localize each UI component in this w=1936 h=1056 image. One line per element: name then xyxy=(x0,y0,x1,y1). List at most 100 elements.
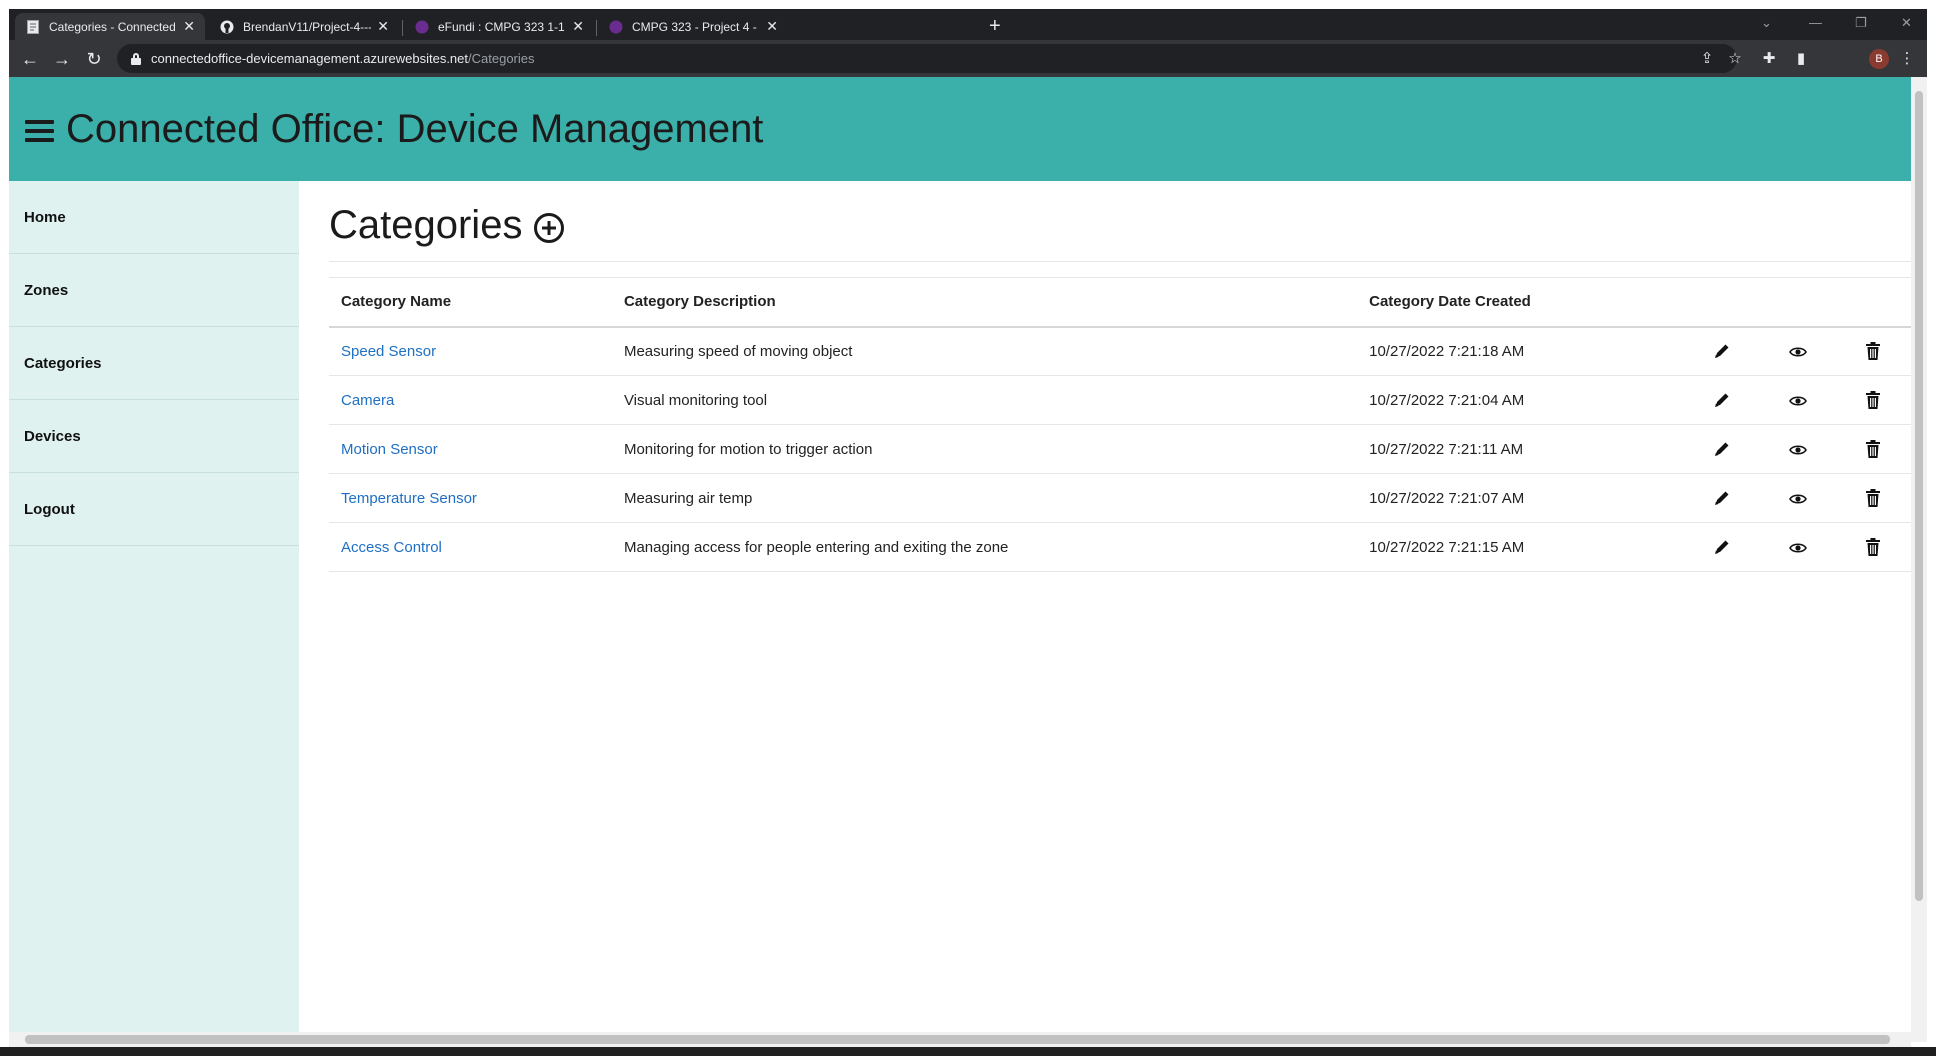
sidebar-item-zones[interactable]: Zones xyxy=(9,254,299,327)
category-name-link[interactable]: Speed Sensor xyxy=(341,343,436,360)
reload-button[interactable]: ↻ xyxy=(83,48,105,70)
category-date-created: 10/27/2022 7:21:07 AM xyxy=(1357,473,1685,523)
restore-button[interactable]: ❐ xyxy=(1855,15,1867,31)
delete-trash-icon[interactable] xyxy=(1865,538,1881,557)
view-eye-icon[interactable] xyxy=(1788,493,1807,505)
browser-toolbar: ← → ↻ connectedoffice-devicemanagement.a… xyxy=(9,40,1927,77)
efundi-icon xyxy=(608,19,624,35)
tab-title: CMPG 323 - Project 4 - Project B xyxy=(632,19,760,34)
back-button[interactable]: ← xyxy=(19,48,41,70)
delete-trash-icon[interactable] xyxy=(1865,440,1881,459)
category-date-created: 10/27/2022 7:21:18 AM xyxy=(1357,326,1685,376)
sidebar: Home Zones Categories Devices Logout xyxy=(9,181,299,1042)
address-bar[interactable]: connectedoffice-devicemanagement.azurewe… xyxy=(117,44,1737,73)
edit-pencil-icon[interactable] xyxy=(1713,440,1731,458)
minimize-button[interactable]: — xyxy=(1809,15,1822,30)
sidebar-item-logout[interactable]: Logout xyxy=(9,473,299,546)
tab-search-icon[interactable]: ⌄ xyxy=(1761,15,1772,31)
sidebar-item-devices[interactable]: Devices xyxy=(9,400,299,473)
menu-kebab-icon[interactable]: ⋮ xyxy=(1897,49,1917,69)
column-header-details xyxy=(1759,277,1836,328)
edit-pencil-icon[interactable] xyxy=(1713,342,1731,360)
category-description: Monitoring for motion to trigger action xyxy=(611,424,1358,474)
edit-pencil-icon[interactable] xyxy=(1713,489,1731,507)
new-tab-button[interactable]: + xyxy=(989,14,1001,38)
category-name-link[interactable]: Temperature Sensor xyxy=(341,490,477,507)
bookmark-star-icon[interactable]: ☆ xyxy=(1725,49,1745,69)
close-window-button[interactable]: ✕ xyxy=(1901,15,1912,31)
page-title: Categories xyxy=(329,202,523,247)
lock-icon xyxy=(131,52,141,65)
page-heading: Categories xyxy=(329,201,565,249)
view-eye-icon[interactable] xyxy=(1788,542,1807,554)
browser-tab-project[interactable]: CMPG 323 - Project 4 - Project B ✕ xyxy=(598,13,788,40)
edit-pencil-icon[interactable] xyxy=(1713,538,1731,556)
close-tab-icon[interactable]: ✕ xyxy=(566,18,584,35)
share-icon[interactable]: ⇪ xyxy=(1697,49,1717,69)
url-host: connectedoffice-devicemanagement.azurewe… xyxy=(151,51,469,66)
app-title: Connected Office: Device Management xyxy=(66,106,764,151)
category-name-link[interactable]: Access Control xyxy=(341,539,442,556)
table-row: Temperature Sensor Measuring air temp 10… xyxy=(329,473,1911,523)
tab-title: Categories - Connected Office: D xyxy=(49,19,177,34)
category-description: Measuring air temp xyxy=(611,473,1358,523)
column-header-name: Category Name xyxy=(329,277,612,328)
tab-separator xyxy=(402,20,403,36)
category-date-created: 10/27/2022 7:21:04 AM xyxy=(1357,375,1685,425)
view-eye-icon[interactable] xyxy=(1788,444,1807,456)
sidebar-item-categories[interactable]: Categories xyxy=(9,327,299,400)
add-category-icon[interactable] xyxy=(533,212,565,244)
profile-avatar[interactable]: B xyxy=(1869,49,1889,69)
browser-window: Categories - Connected Office: D ✕ Brend… xyxy=(9,9,1927,1056)
web-page: Connected Office: Device Management Home… xyxy=(9,77,1911,1042)
sidebar-item-label: Home xyxy=(24,208,66,226)
browser-tab-efundi[interactable]: eFundi : CMPG 323 1-1 Year 2022 ✕ xyxy=(404,13,594,40)
tab-separator xyxy=(596,20,597,36)
delete-trash-icon[interactable] xyxy=(1865,391,1881,410)
github-icon xyxy=(219,19,235,35)
scrollbar-thumb[interactable] xyxy=(25,1035,1890,1044)
document-icon xyxy=(25,19,41,35)
category-name-link[interactable]: Camera xyxy=(341,392,394,409)
vertical-scrollbar[interactable] xyxy=(1911,77,1927,1042)
browser-tab-github[interactable]: BrendanV11/Project-4---Testing- ✕ xyxy=(209,13,399,40)
delete-trash-icon[interactable] xyxy=(1865,342,1881,361)
view-eye-icon[interactable] xyxy=(1788,346,1807,358)
extensions-icon[interactable]: ✚ xyxy=(1759,49,1779,69)
column-header-edit xyxy=(1684,277,1760,328)
table-row: Motion Sensor Monitoring for motion to t… xyxy=(329,424,1911,474)
efundi-icon xyxy=(414,19,430,35)
table-row: Access Control Managing access for peopl… xyxy=(329,522,1911,572)
browser-tab-categories[interactable]: Categories - Connected Office: D ✕ xyxy=(15,13,205,40)
url-path: /Categories xyxy=(468,51,535,66)
side-panel-icon[interactable]: ▮ xyxy=(1791,49,1811,69)
delete-trash-icon[interactable] xyxy=(1865,489,1881,508)
categories-table: Category Name Category Description Categ… xyxy=(329,277,1911,572)
close-tab-icon[interactable]: ✕ xyxy=(177,18,195,35)
sidebar-item-label: Devices xyxy=(24,427,81,445)
divider xyxy=(329,261,1911,262)
category-description: Visual monitoring tool xyxy=(611,375,1358,425)
edit-pencil-icon[interactable] xyxy=(1713,391,1731,409)
sidebar-item-label: Zones xyxy=(24,281,69,299)
category-description: Managing access for people entering and … xyxy=(611,522,1358,572)
forward-button[interactable]: → xyxy=(51,48,73,70)
tab-title: eFundi : CMPG 323 1-1 Year 2022 xyxy=(438,19,566,34)
taskbar xyxy=(0,1047,1936,1056)
category-name-link[interactable]: Motion Sensor xyxy=(341,441,438,458)
column-header-description: Category Description xyxy=(611,277,1358,328)
tab-title: BrendanV11/Project-4---Testing- xyxy=(243,19,372,34)
close-tab-icon[interactable]: ✕ xyxy=(371,18,389,35)
category-date-created: 10/27/2022 7:21:11 AM xyxy=(1357,424,1685,474)
view-eye-icon[interactable] xyxy=(1788,395,1807,407)
table-row: Speed Sensor Measuring speed of moving o… xyxy=(329,326,1911,376)
scrollbar-thumb[interactable] xyxy=(1915,91,1923,901)
category-date-created: 10/27/2022 7:21:15 AM xyxy=(1357,522,1685,572)
horizontal-scrollbar[interactable] xyxy=(9,1032,1911,1047)
close-tab-icon[interactable]: ✕ xyxy=(760,18,778,35)
sidebar-item-label: Logout xyxy=(24,500,75,518)
column-header-delete xyxy=(1835,277,1911,328)
hamburger-menu-icon[interactable] xyxy=(25,120,54,142)
sidebar-item-home[interactable]: Home xyxy=(9,181,299,254)
table-row: Camera Visual monitoring tool 10/27/2022… xyxy=(329,375,1911,425)
